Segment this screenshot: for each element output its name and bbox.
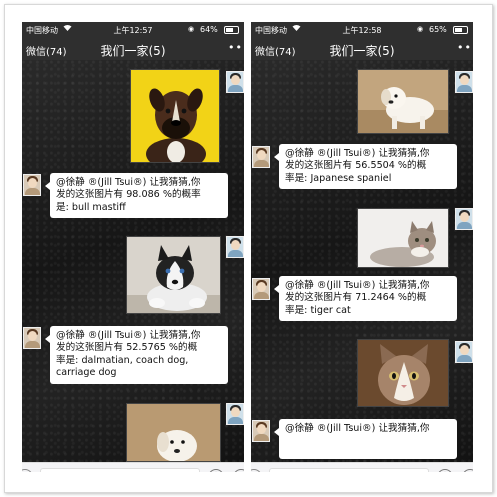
image-message-kitten[interactable] — [357, 208, 449, 268]
husky-puppy-photo — [127, 237, 220, 313]
self-avatar[interactable] — [226, 71, 244, 93]
image-message-white-puppy[interactable] — [126, 403, 221, 462]
image-message-white-puppy[interactable] — [357, 69, 449, 134]
message-input[interactable] — [269, 468, 429, 472]
bot-reply-bubble: @徐静 ®(Jill Tsui®) 让我猜猜,你 发的这张图片有 71.2464… — [274, 276, 457, 322]
tabby-cat-photo — [358, 340, 448, 406]
self-avatar[interactable] — [455, 208, 473, 230]
bot-reply-bubble: @徐静 ®(Jill Tsui®) 让我猜猜,你 — [274, 419, 457, 459]
plus-icon[interactable]: + — [233, 469, 244, 472]
more-options-button[interactable]: •• — [228, 41, 243, 54]
left-phone-screen: 中国移动 上午12:57 ◉ 64% 微信(74) 我们一家(5) •• @徐静… — [22, 22, 244, 472]
white-puppy-photo — [358, 70, 448, 133]
battery-icon — [224, 26, 239, 34]
image-message-boxer[interactable] — [130, 69, 220, 163]
sender-avatar[interactable] — [252, 146, 270, 168]
chat-nav-bar: 微信(74) 我们一家(5) •• — [22, 38, 244, 60]
sender-avatar[interactable] — [23, 327, 41, 349]
plus-icon[interactable]: + — [462, 469, 473, 472]
status-bar: 中国移动 上午12:58 ◉ 65% — [251, 22, 473, 38]
image-message-husky[interactable] — [126, 236, 221, 314]
right-phone-screen: 中国移动 上午12:58 ◉ 65% 微信(74) 我们一家(5) •• @徐静… — [251, 22, 473, 472]
chat-nav-bar: 微信(74) 我们一家(5) •• — [251, 38, 473, 60]
voice-icon[interactable]: ◗ — [251, 469, 262, 472]
self-avatar[interactable] — [226, 236, 244, 258]
emoji-icon[interactable]: ☺ — [437, 469, 453, 472]
emoji-icon[interactable]: ☺ — [208, 469, 224, 472]
message-input-bar: ◗ ☺ + — [251, 462, 473, 472]
sender-avatar[interactable] — [23, 174, 41, 196]
voice-icon[interactable]: ◗ — [22, 469, 33, 472]
battery-percent: 64% — [200, 25, 218, 34]
self-avatar[interactable] — [455, 341, 473, 363]
more-options-button[interactable]: •• — [457, 41, 472, 54]
chat-title: 我们一家(5) — [329, 44, 395, 58]
status-bar: 中国移动 上午12:57 ◉ 64% — [22, 22, 244, 38]
location-icon: ◉ — [188, 25, 195, 33]
location-icon: ◉ — [417, 25, 424, 33]
self-avatar[interactable] — [455, 71, 473, 93]
white-puppy-photo — [127, 404, 220, 461]
battery-percent: 65% — [429, 25, 447, 34]
battery-icon — [453, 26, 468, 34]
message-input-bar: ◗ ☺ + — [22, 462, 244, 472]
chat-title: 我们一家(5) — [100, 44, 166, 58]
bot-reply-bubble: @徐静 ®(Jill Tsui®) 让我猜猜,你 发的这张图片有 98.086 … — [45, 173, 228, 219]
message-input[interactable] — [40, 468, 200, 472]
sender-avatar[interactable] — [252, 420, 270, 442]
boxer-dog-photo — [131, 70, 219, 162]
image-message-tabby-cat[interactable] — [357, 339, 449, 407]
bot-reply-bubble: @徐静 ®(Jill Tsui®) 让我猜猜,你 发的这张图片有 56.5504… — [274, 144, 457, 190]
kitten-lying-photo — [358, 209, 448, 267]
sender-avatar[interactable] — [252, 278, 270, 300]
bot-reply-bubble: @徐静 ®(Jill Tsui®) 让我猜猜,你 发的这张图片有 52.5765… — [45, 326, 228, 384]
self-avatar[interactable] — [226, 403, 244, 425]
